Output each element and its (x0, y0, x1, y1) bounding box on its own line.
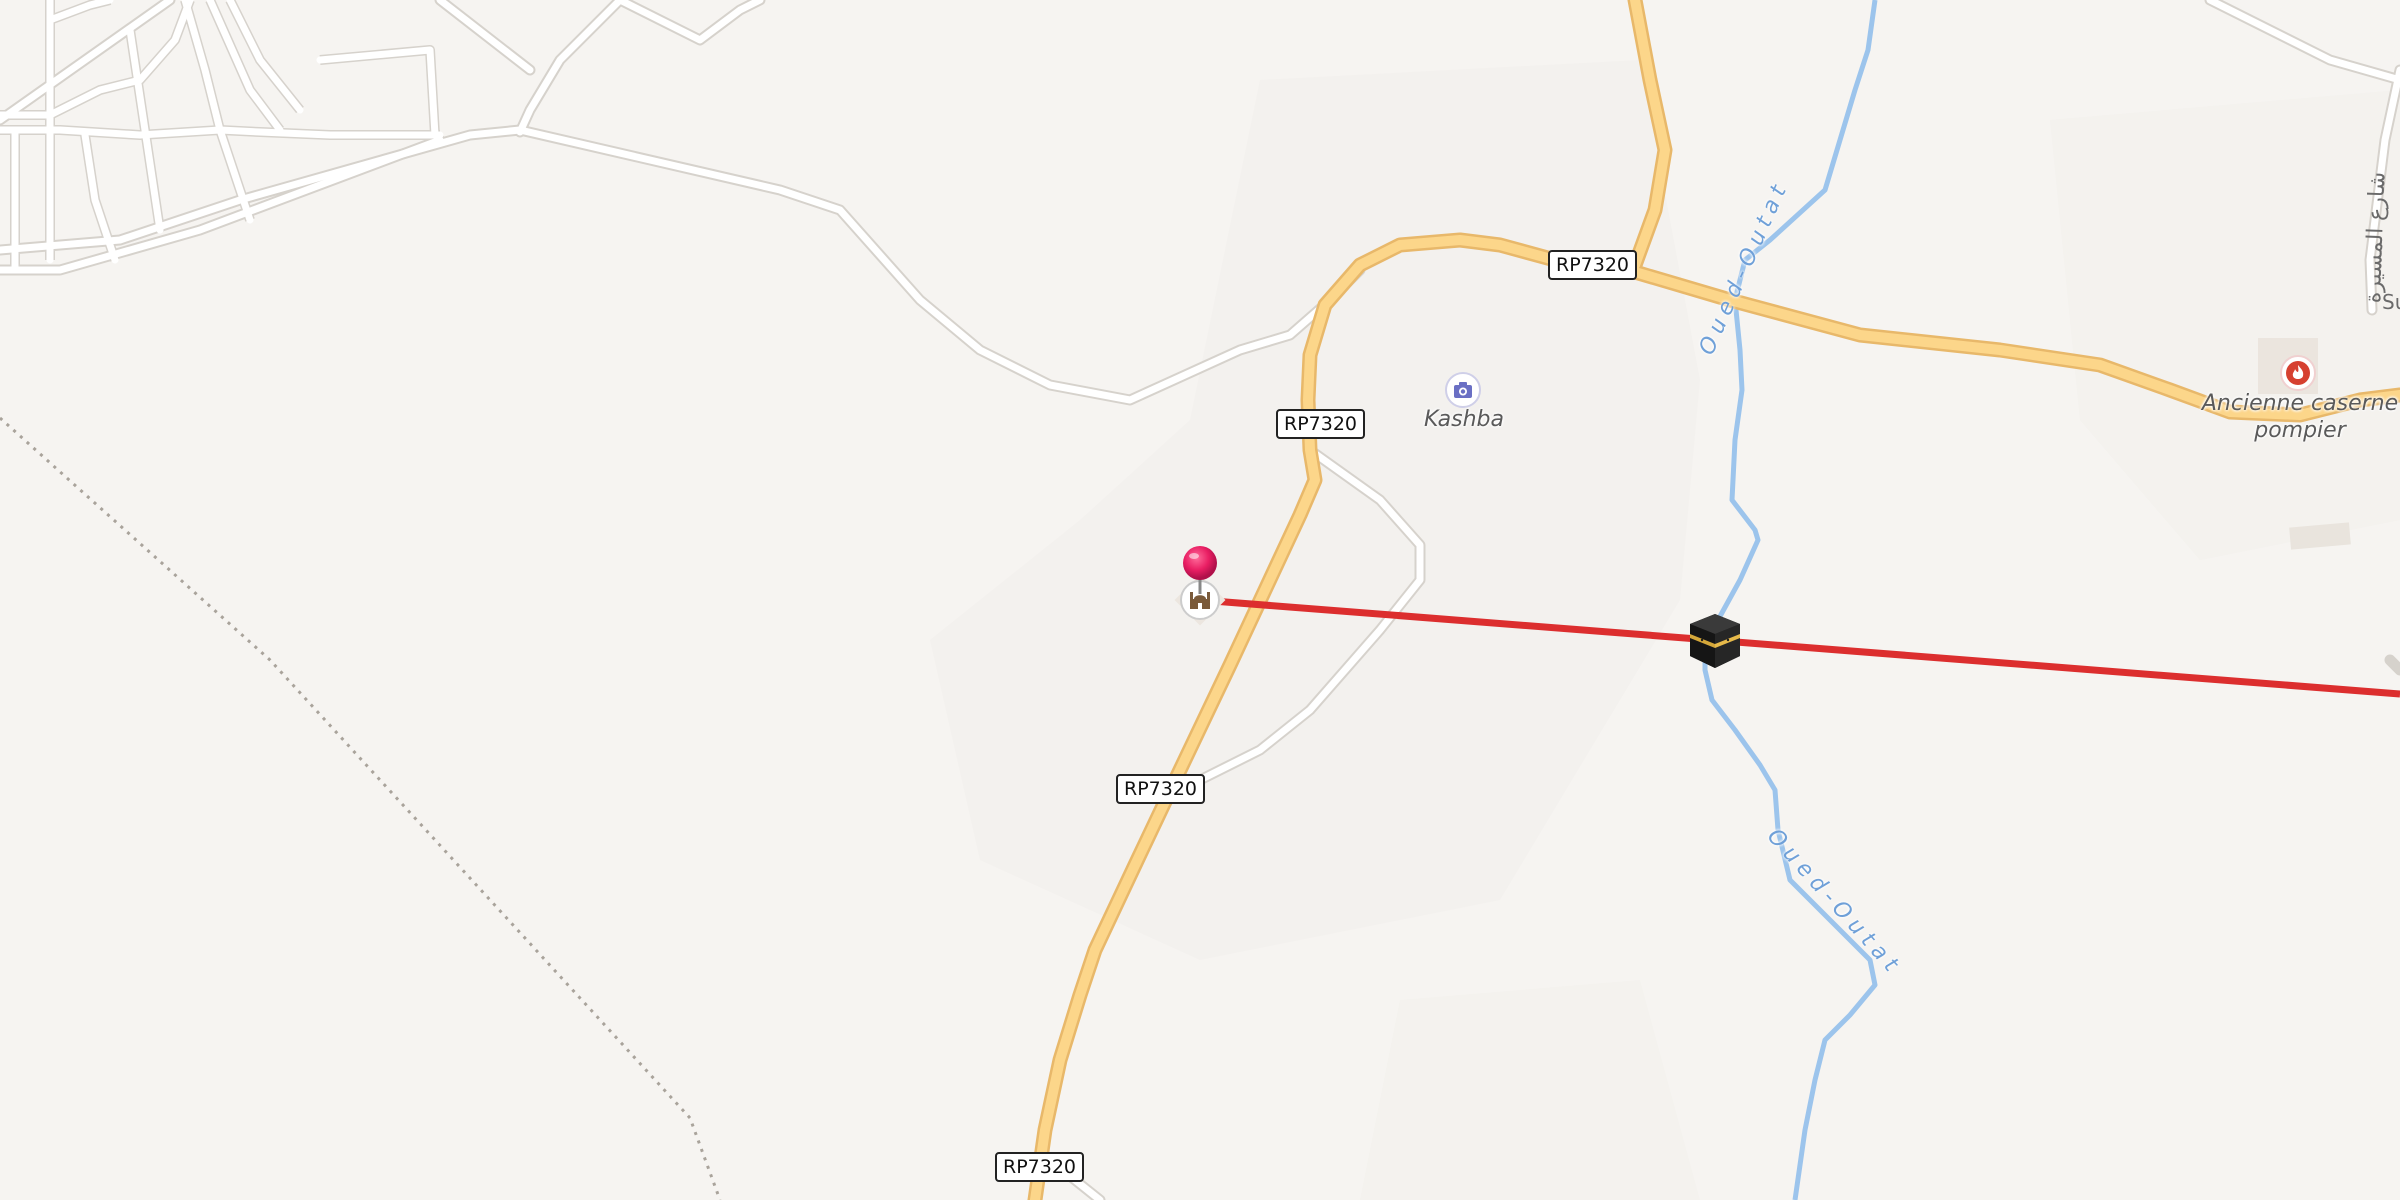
poi-kashba-marker[interactable] (1445, 372, 1481, 408)
poi-fire-station-label-line2: pompier (2254, 418, 2346, 443)
street-label: شارع المسيرة (2360, 171, 2391, 304)
street-label-partial: Su (2382, 290, 2400, 314)
poi-fire-station-label: Ancienne caserne pompier (2200, 390, 2400, 444)
river-oued-outat (1702, 0, 1878, 1200)
road-shield[interactable]: RP7320 (995, 1152, 1085, 1182)
camera-icon (1454, 382, 1472, 398)
location-pin-icon (1183, 546, 1217, 594)
location-pin[interactable] (1182, 546, 1218, 596)
poi-fire-station-label-line1: Ancienne caserne (2201, 391, 2399, 416)
fire-icon (2286, 361, 2310, 385)
kaaba-marker[interactable] (1686, 612, 1744, 670)
landuse-areas (930, 60, 2400, 1200)
road-shield[interactable]: RP7320 (1116, 774, 1206, 804)
map-canvas[interactable]: RP7320 RP7320 RP7320 RP7320 Kashba Ancie… (0, 0, 2400, 1200)
admin-boundary (0, 416, 722, 1200)
kaaba-icon (1690, 614, 1740, 668)
road-shield[interactable]: RP7320 (1276, 409, 1366, 439)
poi-kashba-label: Kashba (1424, 407, 1504, 432)
poi-fire-station-marker[interactable] (2280, 355, 2316, 391)
road-shield[interactable]: RP7320 (1548, 250, 1638, 280)
